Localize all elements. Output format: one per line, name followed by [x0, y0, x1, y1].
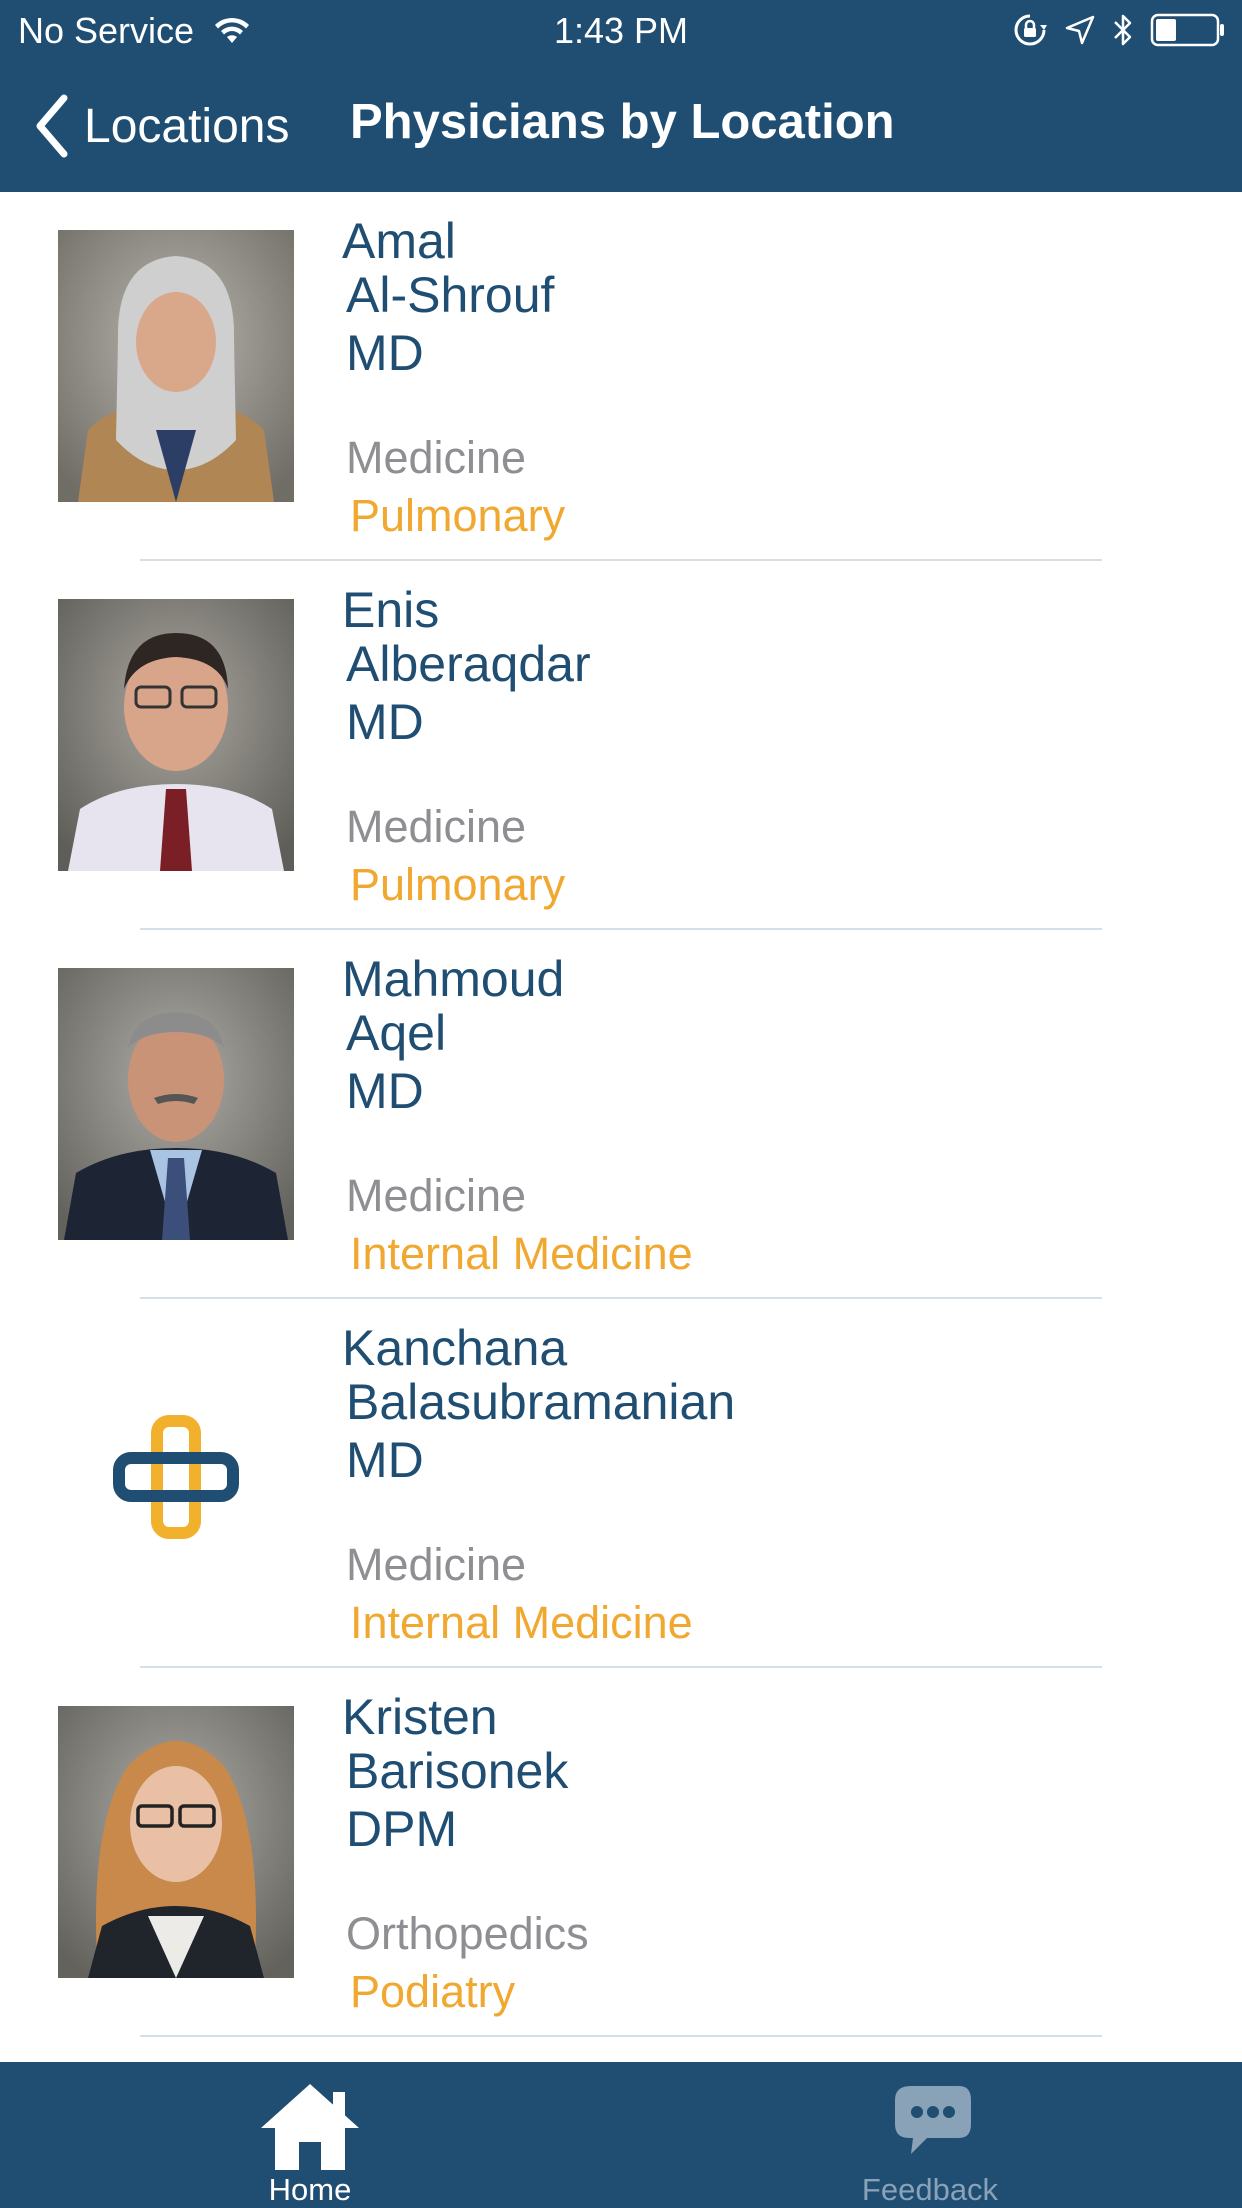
- physician-row[interactable]: Kanchana Balasubramanian MD Medicine Int…: [0, 1299, 1242, 1668]
- physician-specialty: Pulmonary: [350, 859, 566, 910]
- physician-photo: [58, 230, 294, 502]
- physician-name: Kanchana Balasubramanian MD: [342, 1321, 735, 1487]
- rotation-lock-icon: [1014, 14, 1047, 46]
- physician-list: Amal Al-Shrouf MD Medicine Pulmonary Eni…: [0, 192, 1242, 2037]
- physician-department: Medicine: [346, 1170, 527, 1221]
- physician-specialty: Podiatry: [350, 1966, 516, 2017]
- physician-credential: MD: [346, 1063, 424, 1119]
- physician-name: Amal Al-Shrouf MD: [342, 214, 554, 380]
- tab-bar: Home Feedback: [0, 2062, 1242, 2208]
- physician-department: Medicine: [346, 801, 527, 852]
- physician-photo: [58, 1706, 294, 1978]
- home-icon: [261, 2084, 359, 2170]
- physician-last-name: Al-Shrouf: [346, 267, 555, 323]
- tab-feedback[interactable]: Feedback: [780, 2062, 1080, 2208]
- physician-first-name: Kanchana: [342, 1320, 568, 1376]
- physician-name: Mahmoud Aqel MD: [342, 952, 564, 1118]
- physician-specialty: Pulmonary: [350, 490, 566, 541]
- physician-credential: MD: [346, 1432, 424, 1488]
- tab-feedback-label: Feedback: [861, 2172, 999, 2207]
- physician-credential: MD: [346, 694, 424, 750]
- physician-last-name: Balasubramanian: [346, 1374, 736, 1430]
- physician-name: Kristen Barisonek DPM: [342, 1690, 568, 1856]
- battery-icon: [1150, 13, 1224, 47]
- row-divider: [140, 2035, 1102, 2037]
- physician-name: Enis Alberaqdar MD: [342, 583, 591, 749]
- status-right: [1012, 12, 1226, 48]
- physician-first-name: Amal: [342, 213, 456, 269]
- physician-specialty: Internal Medicine: [350, 1228, 693, 1279]
- top-bar: No Service 1:43 PM Locations Physicians …: [0, 0, 1242, 192]
- physician-specialty: Internal Medicine: [350, 1597, 693, 1648]
- page-title: Physicians by Location: [350, 95, 895, 149]
- physician-row[interactable]: Amal Al-Shrouf MD Medicine Pulmonary: [0, 192, 1242, 561]
- physician-credential: MD: [346, 325, 424, 381]
- bluetooth-icon: [1114, 14, 1132, 46]
- physician-department: Orthopedics: [346, 1908, 589, 1959]
- tab-home-label: Home: [268, 2172, 352, 2207]
- tab-home[interactable]: Home: [160, 2062, 460, 2208]
- physician-photo: [58, 599, 294, 871]
- placeholder-logo-icon: [58, 1337, 294, 1609]
- physician-row[interactable]: Mahmoud Aqel MD Medicine Internal Medici…: [0, 930, 1242, 1299]
- physician-last-name: Aqel: [346, 1005, 447, 1061]
- physician-first-name: Mahmoud: [342, 951, 565, 1007]
- physician-first-name: Enis: [342, 582, 440, 638]
- physician-first-name: Kristen: [342, 1689, 498, 1745]
- physician-row[interactable]: Enis Alberaqdar MD Medicine Pulmonary: [0, 561, 1242, 930]
- chat-bubble-icon: [895, 2086, 971, 2154]
- location-arrow-icon: [1065, 15, 1095, 45]
- physician-photo: [58, 968, 294, 1240]
- chevron-left-icon: [36, 94, 68, 158]
- physician-last-name: Barisonek: [346, 1743, 569, 1799]
- back-button-label: Locations: [84, 99, 290, 153]
- physician-row[interactable]: Kristen Barisonek DPM Orthopedics Podiat…: [0, 1668, 1242, 2037]
- physician-last-name: Alberaqdar: [346, 636, 591, 692]
- physician-department: Medicine: [346, 1539, 527, 1590]
- physician-department: Medicine: [346, 432, 527, 483]
- physician-credential: DPM: [346, 1801, 458, 1857]
- back-button[interactable]: Locations: [34, 90, 289, 162]
